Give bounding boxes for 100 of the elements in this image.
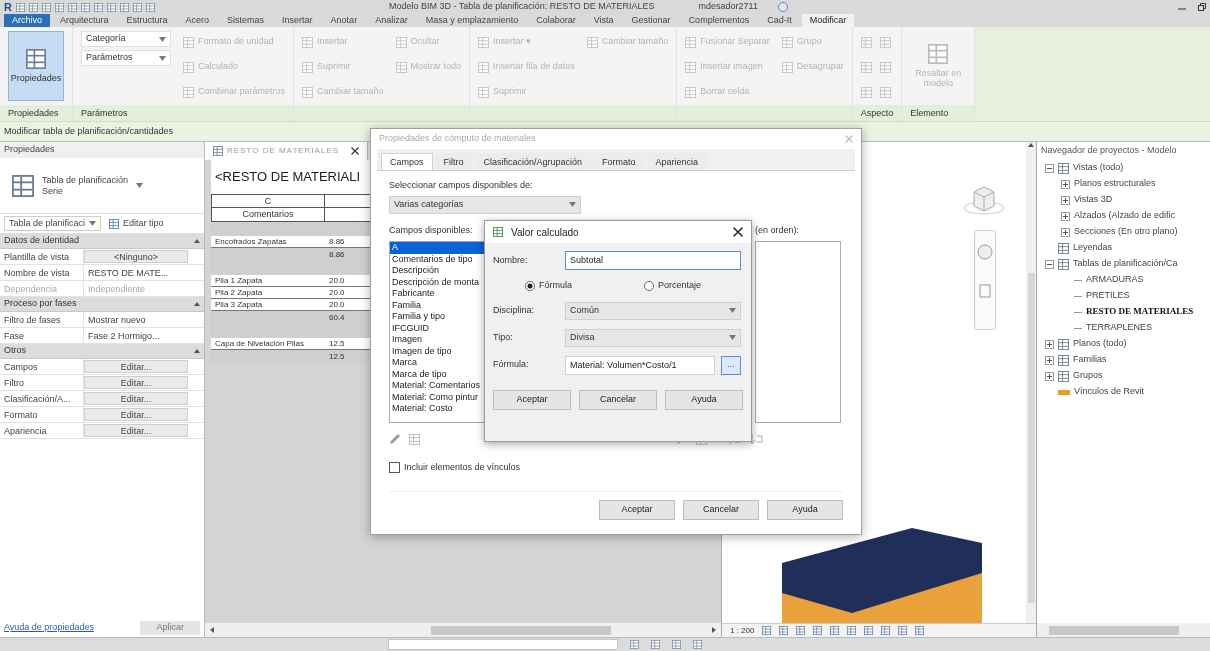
- tree-item[interactable]: Alzados (Alzado de edific: [1074, 209, 1176, 223]
- tree-item[interactable]: Vistas 3D: [1074, 193, 1113, 207]
- ribbon-tab[interactable]: Sistemas: [219, 14, 273, 27]
- view-scale[interactable]: 1 : 200: [730, 624, 755, 637]
- property-value-button[interactable]: Editar...: [84, 376, 188, 389]
- tree-item[interactable]: TERRAPLENES: [1086, 321, 1153, 335]
- category-dropdown[interactable]: Varias categorías: [389, 195, 581, 214]
- scroll-right-icon[interactable]: [711, 627, 717, 633]
- tree-item[interactable]: Vistas (todo): [1073, 161, 1124, 175]
- apply-button[interactable]: Aplicar: [140, 621, 200, 635]
- ribbon-tab[interactable]: Acero: [177, 14, 218, 27]
- restore-icon[interactable]: [1198, 3, 1206, 11]
- ribbon-tab[interactable]: Anotar: [322, 14, 366, 27]
- property-group-header[interactable]: Otros: [4, 344, 26, 358]
- ribbon-tab[interactable]: Modificar: [801, 14, 855, 27]
- browse-button[interactable]: ...: [721, 355, 741, 375]
- ribbon-tab[interactable]: Gestionar: [623, 14, 679, 27]
- property-value-button[interactable]: Editar...: [84, 392, 188, 405]
- dialog-tab[interactable]: Clasificación/Agrupación: [474, 153, 592, 170]
- dialog-tab[interactable]: Campos: [381, 153, 433, 170]
- user-name[interactable]: mdesador2711: [698, 0, 758, 14]
- dialog-button[interactable]: Ayuda: [665, 389, 743, 410]
- radio-button[interactable]: [644, 280, 654, 291]
- property-value-button[interactable]: Editar...: [84, 408, 188, 421]
- ribbon-tab[interactable]: Masa y emplazamiento: [417, 14, 527, 27]
- tree-item[interactable]: RESTO DE MATERIALES: [1086, 305, 1194, 319]
- property-value[interactable]: RESTO DE MATE...: [84, 265, 188, 280]
- tree-item[interactable]: Leyendas: [1073, 241, 1113, 255]
- tree-item[interactable]: Planos (todo): [1073, 337, 1127, 351]
- scrollbar-thumb[interactable]: [1027, 273, 1035, 603]
- expand-icon[interactable]: [1045, 355, 1054, 365]
- ribbon-tab[interactable]: Insertar: [274, 14, 321, 27]
- list-item[interactable]: Fabricante: [390, 288, 484, 300]
- pencil-icon[interactable]: [389, 433, 401, 445]
- scheduled-fields-list[interactable]: [755, 241, 841, 423]
- property-value[interactable]: Mostrar nuevo: [84, 312, 188, 327]
- dialog-button[interactable]: Aceptar: [493, 389, 571, 410]
- ribbon-tab[interactable]: Vista: [585, 14, 622, 27]
- list-item[interactable]: Imagen de tipo: [390, 345, 484, 357]
- expand-icon[interactable]: [1061, 227, 1070, 237]
- scrollbar-thumb[interactable]: [1049, 625, 1179, 635]
- dialog-tab[interactable]: Formato: [593, 153, 645, 170]
- status-field[interactable]: [388, 639, 618, 650]
- available-fields-list[interactable]: A Comentarios de tipo Descripción Descripción de monta Fabricante Familia Familia y tipo IFCGUID Imagen Imagen de tipo Marca Marca de tipo Material: Comentarios Material: Como pintur Material: Costo: [389, 241, 485, 423]
- list-item[interactable]: Familia y tipo: [390, 311, 484, 323]
- tree-item[interactable]: ARMADURAS: [1086, 273, 1144, 287]
- ribbon-tab[interactable]: Arquitectura: [52, 14, 117, 27]
- collapse-icon[interactable]: [194, 238, 200, 244]
- list-item[interactable]: IFCGUID: [390, 322, 484, 334]
- radio-button[interactable]: [525, 280, 535, 291]
- dialog-tab[interactable]: Filtro: [434, 153, 473, 170]
- ribbon-tab[interactable]: Analizar: [367, 14, 416, 27]
- dialog-tab[interactable]: Apariencia: [646, 153, 708, 170]
- expand-icon[interactable]: [1061, 195, 1070, 205]
- ribbon-tab[interactable]: Cad-It: [759, 14, 800, 27]
- ribbon-tab[interactable]: Estructura: [118, 14, 176, 27]
- move-down-icon[interactable]: [749, 433, 763, 445]
- expand-icon[interactable]: [1061, 179, 1070, 189]
- ribbon-tab[interactable]: Archivo: [4, 14, 50, 27]
- dialog-button[interactable]: Ayuda: [767, 500, 843, 520]
- list-item[interactable]: Descripción: [390, 265, 484, 277]
- list-item[interactable]: Descripción de monta: [390, 276, 484, 288]
- name-input[interactable]: Subtotal: [565, 251, 741, 270]
- property-value[interactable]: Fase 2 Hormigo...: [84, 328, 188, 343]
- close-icon[interactable]: [351, 147, 360, 155]
- list-item[interactable]: Familia: [390, 299, 484, 311]
- collapse-icon[interactable]: [1045, 259, 1054, 269]
- instance-filter-dropdown[interactable]: Tabla de planificaci: [4, 216, 102, 231]
- collapse-icon[interactable]: [1045, 163, 1054, 173]
- discipline-dropdown[interactable]: Común: [565, 301, 741, 320]
- property-value-button[interactable]: Editar...: [84, 424, 188, 437]
- ribbon-large-button[interactable]: Propiedades: [8, 31, 64, 101]
- tree-item[interactable]: Secciones (En otro plano): [1074, 225, 1178, 239]
- list-item[interactable]: Material: Costo: [390, 403, 484, 415]
- formula-input[interactable]: Material: Volumen*Costo/1: [565, 355, 715, 375]
- list-item[interactable]: Imagen: [390, 334, 484, 346]
- list-item[interactable]: Comentarios de tipo: [390, 253, 484, 265]
- tree-item[interactable]: Vínculos de Revit: [1074, 385, 1145, 399]
- type-dropdown[interactable]: Divisa: [565, 328, 741, 347]
- help-icon[interactable]: [777, 2, 788, 12]
- ribbon-dropdown[interactable]: Categoría: [81, 31, 171, 47]
- dialog-button[interactable]: Aceptar: [599, 500, 675, 520]
- close-icon[interactable]: [733, 227, 743, 237]
- list-item[interactable]: A: [390, 242, 484, 254]
- tree-item[interactable]: PRETILES: [1086, 289, 1130, 303]
- radio-label[interactable]: Porcentaje: [658, 279, 702, 293]
- dialog-button[interactable]: Cancelar: [579, 389, 657, 410]
- dialog-button[interactable]: Cancelar: [683, 500, 759, 520]
- help-link[interactable]: Ayuda de propiedades: [4, 621, 94, 635]
- expand-icon[interactable]: [1061, 211, 1070, 221]
- expand-icon[interactable]: [1045, 371, 1054, 381]
- checkbox-label[interactable]: Incluir elementos de vínculos: [404, 461, 521, 475]
- tree-item[interactable]: Grupos: [1073, 369, 1103, 383]
- list-item[interactable]: Marca: [390, 357, 484, 369]
- tree-item[interactable]: Familias: [1073, 353, 1107, 367]
- collapse-icon[interactable]: [194, 348, 200, 354]
- property-value-button[interactable]: <Ninguno>: [84, 250, 188, 263]
- list-item[interactable]: Marca de tipo: [390, 368, 484, 380]
- radio-label[interactable]: Fórmula: [539, 279, 572, 293]
- expand-icon[interactable]: [1045, 339, 1054, 349]
